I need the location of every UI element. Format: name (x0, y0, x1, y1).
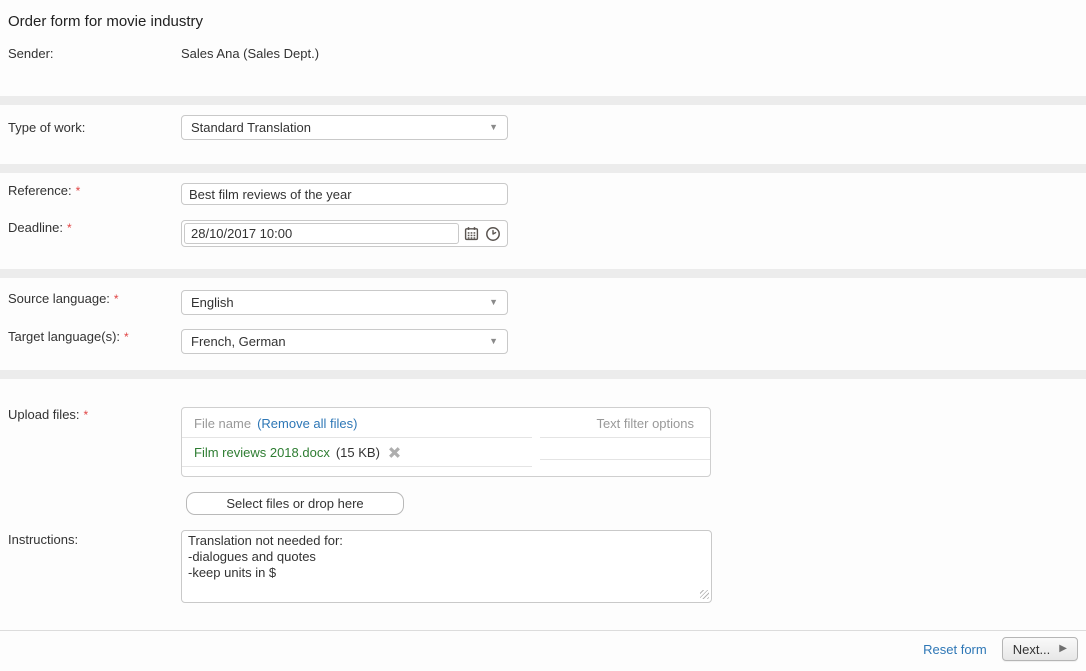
required-asterisk: * (84, 408, 89, 422)
remove-file-icon[interactable] (388, 446, 401, 459)
instructions-textarea[interactable]: Translation not needed for: -dialogues a… (181, 530, 712, 603)
page-title: Order form for movie industry (8, 13, 203, 30)
target-languages-value: French, German (191, 334, 286, 349)
section-divider (0, 164, 1086, 173)
required-asterisk: * (124, 330, 129, 344)
type-of-work-value: Standard Translation (191, 120, 311, 135)
type-of-work-select[interactable]: Standard Translation ▼ (181, 115, 508, 140)
file-row: Film reviews 2018.docx (15 KB) (182, 438, 710, 467)
source-language-value: English (191, 295, 234, 310)
select-files-button[interactable]: Select files or drop here (186, 492, 404, 515)
target-languages-label: Target language(s):* (8, 329, 129, 344)
sender-label: Sender: (8, 46, 54, 61)
upload-files-label: Upload files:* (8, 407, 88, 422)
sender-value: Sales Ana (Sales Dept.) (181, 46, 319, 61)
type-of-work-label: Type of work: (8, 120, 85, 135)
reference-input[interactable] (181, 183, 508, 205)
deadline-field-group (181, 220, 508, 247)
instructions-label: Instructions: (8, 532, 78, 547)
text-filter-options-label: Text filter options (596, 416, 694, 431)
file-name-column-header: File name (194, 416, 251, 431)
file-list-header: File name (Remove all files) Text filter… (182, 409, 710, 438)
next-button-label: Next... (1013, 642, 1051, 657)
target-languages-select[interactable]: French, German ▼ (181, 329, 508, 354)
reference-label: Reference:* (8, 183, 80, 198)
required-asterisk: * (114, 292, 119, 306)
file-name-link[interactable]: Film reviews 2018.docx (194, 445, 330, 460)
remove-all-files-link[interactable]: (Remove all files) (257, 416, 357, 431)
section-divider (0, 96, 1086, 105)
source-language-select[interactable]: English ▼ (181, 290, 508, 315)
file-list-panel: File name (Remove all files) Text filter… (181, 407, 711, 477)
file-size: (15 KB) (336, 445, 380, 460)
section-divider (0, 370, 1086, 379)
required-asterisk: * (67, 221, 72, 235)
reset-form-link[interactable]: Reset form (923, 642, 987, 657)
calendar-icon[interactable] (461, 225, 481, 243)
next-button[interactable]: Next... ▶ (1002, 637, 1078, 661)
instructions-field: Translation not needed for: -dialogues a… (181, 530, 712, 603)
arrow-right-icon: ▶ (1059, 644, 1067, 654)
footer-actions: Reset form Next... ▶ (923, 637, 1078, 661)
footer-divider (0, 630, 1086, 631)
chevron-down-icon: ▼ (489, 337, 498, 346)
deadline-input[interactable] (184, 223, 459, 244)
deadline-label: Deadline:* (8, 220, 72, 235)
resize-handle[interactable] (700, 590, 709, 599)
order-form-page: Order form for movie industry Sender: Sa… (0, 0, 1086, 671)
section-divider (0, 269, 1086, 278)
required-asterisk: * (76, 184, 81, 198)
chevron-down-icon: ▼ (489, 123, 498, 132)
chevron-down-icon: ▼ (489, 298, 498, 307)
clock-icon[interactable] (483, 225, 503, 243)
source-language-label: Source language:* (8, 291, 119, 306)
